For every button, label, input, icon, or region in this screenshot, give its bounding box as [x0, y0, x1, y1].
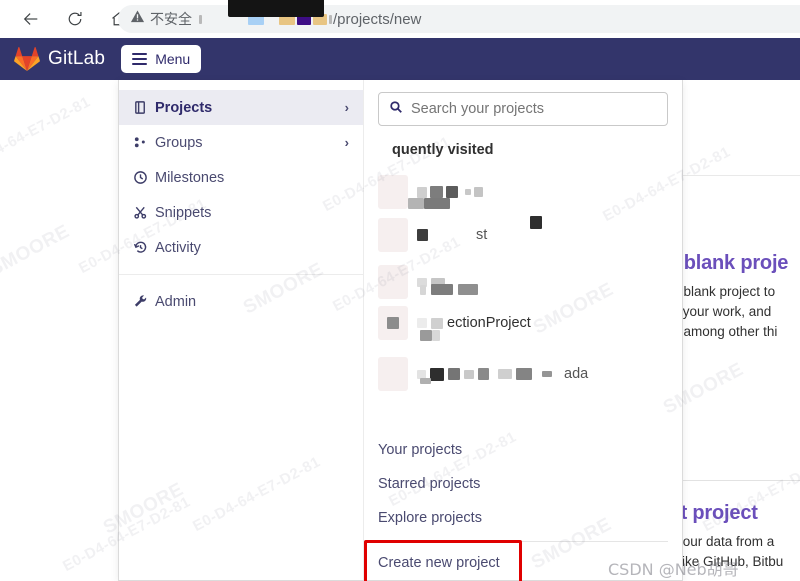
sidebar-item-groups-label: Groups	[155, 134, 203, 151]
list-item-label: ada	[564, 366, 589, 382]
sidebar-item-admin[interactable]: Admin	[119, 284, 363, 319]
dropdown-projects-panel: quently visited	[364, 80, 682, 581]
groups-icon	[133, 135, 155, 150]
list-item[interactable]: ada	[378, 357, 588, 391]
avatar	[378, 218, 408, 252]
link-starred-projects[interactable]: Starred projects	[378, 467, 668, 501]
browser-toolbar: 不安全 /projects/new	[0, 0, 800, 38]
projects-icon	[133, 100, 155, 115]
reload-icon[interactable]	[58, 2, 92, 36]
hamburger-icon	[132, 53, 148, 65]
security-status-label: 不安全	[150, 12, 192, 28]
history-icon	[133, 240, 155, 255]
link-explore-projects[interactable]: Explore projects	[378, 501, 668, 535]
sidebar-item-activity-label: Activity	[155, 239, 201, 256]
list-item-sub-redaction	[420, 284, 478, 295]
url-path-label: /projects/new	[333, 10, 422, 28]
projects-dropdown-panel: Projects › Groups › Milestones Snippets …	[118, 80, 683, 581]
list-item[interactable]: ectionProject	[378, 306, 531, 340]
chevron-right-icon: ›	[344, 100, 349, 115]
scissors-icon	[133, 205, 155, 220]
gitlab-navbar: GitLab Menu	[0, 38, 800, 80]
sidebar-item-admin-label: Admin	[155, 293, 197, 310]
address-bar[interactable]: 不安全 /projects/new	[118, 5, 800, 33]
avatar	[378, 265, 408, 299]
link-explore-projects-label: Explore projects	[378, 510, 482, 526]
csdn-watermark: CSDN @Neb胡哥	[608, 560, 739, 579]
link-starred-projects-label: Starred projects	[378, 476, 481, 492]
avatar	[378, 175, 408, 209]
link-your-projects-label: Your projects	[378, 442, 463, 458]
avatar	[378, 306, 408, 340]
sidebar-item-snippets[interactable]: Snippets	[119, 195, 363, 230]
search-icon	[389, 100, 403, 119]
gitlab-brand-label: GitLab	[48, 48, 106, 69]
list-item-redaction	[530, 216, 542, 229]
sidebar-item-groups[interactable]: Groups ›	[119, 125, 363, 160]
frequently-visited-heading: quently visited	[392, 142, 494, 158]
sidebar-item-milestones[interactable]: Milestones	[119, 160, 363, 195]
sidebar-item-projects[interactable]: Projects ›	[119, 90, 363, 125]
avatar	[378, 357, 408, 391]
search-input[interactable]	[411, 101, 657, 117]
list-item-sub-redaction	[420, 378, 431, 384]
list-item[interactable]: st	[378, 218, 487, 252]
menu-button-label: Menu	[155, 51, 191, 67]
wrench-icon	[133, 294, 155, 309]
frequently-visited-project-list: st ectionProject ada	[378, 160, 668, 433]
menu-button[interactable]: Menu	[121, 45, 202, 73]
chevron-right-icon: ›	[344, 135, 349, 150]
gitlab-tanuki-logo[interactable]	[14, 46, 40, 72]
dropdown-nav-list: Projects › Groups › Milestones Snippets …	[119, 80, 364, 580]
list-item-sub-redaction	[408, 198, 450, 209]
sidebar-item-milestones-label: Milestones	[155, 169, 225, 186]
nav-divider	[119, 274, 363, 275]
highlight-annotation-box	[364, 540, 522, 581]
list-item-label: ectionProject	[447, 315, 531, 331]
list-item-sub-redaction	[420, 330, 440, 341]
sidebar-item-snippets-label: Snippets	[155, 204, 212, 221]
clock-icon	[133, 170, 155, 185]
sidebar-item-activity[interactable]: Activity	[119, 230, 363, 265]
address-bar-redaction	[228, 0, 324, 17]
warning-triangle-icon	[130, 9, 145, 29]
screenshot-root: te blank proje e a blank project to lan …	[0, 0, 800, 581]
list-item-label: st	[476, 227, 488, 243]
search-projects-box[interactable]	[378, 92, 668, 126]
back-arrow-icon[interactable]	[14, 2, 48, 36]
link-your-projects[interactable]: Your projects	[378, 433, 668, 467]
sidebar-item-projects-label: Projects	[155, 99, 213, 116]
